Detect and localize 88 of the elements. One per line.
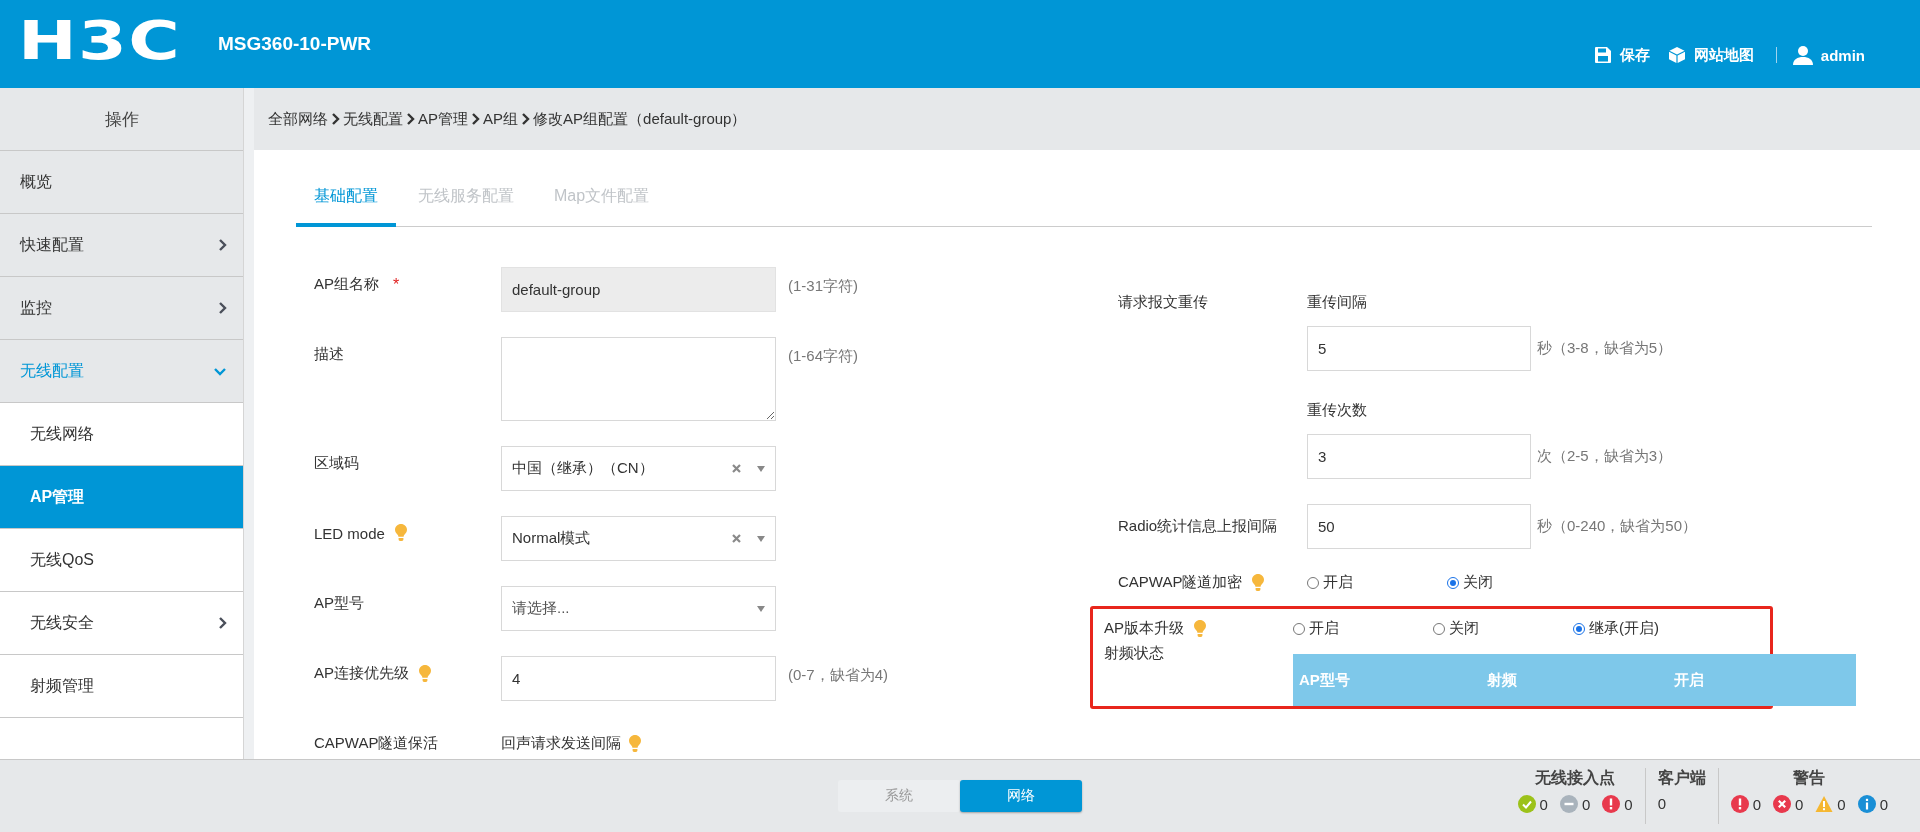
exclamation-circle-icon <box>1602 795 1621 813</box>
stat-title: 警告 <box>1793 768 1826 788</box>
hint-text: 秒（0-240，缺省为50） <box>1536 517 1698 536</box>
breadcrumb-link[interactable]: AP组 <box>483 109 519 129</box>
field-label: 射频状态 <box>1104 644 1164 663</box>
field-label: AP组名称 <box>314 275 379 294</box>
field-label: 描述 <box>314 345 344 364</box>
select-field[interactable]: 中国（继承）（CN） <box>501 446 776 491</box>
required-mark: * <box>393 275 400 294</box>
radio-option[interactable]: 开启 <box>1307 573 1447 592</box>
scrollbar[interactable] <box>243 88 254 759</box>
field-label: CAPWAP隧道保活 <box>314 734 439 753</box>
hint-text: (0-7，缺省为4) <box>787 665 888 685</box>
select-field[interactable]: 请选择... <box>501 586 776 631</box>
radio-option[interactable]: 关闭 <box>1447 573 1587 592</box>
stat-count: 0 <box>1794 795 1804 813</box>
number-field[interactable]: 50 <box>1307 504 1531 549</box>
radio-option[interactable]: 继承(开启) <box>1573 619 1713 638</box>
info-circle-icon <box>1857 795 1876 813</box>
number-field[interactable]: 5 <box>1307 326 1531 371</box>
sub-label: 回声请求发送间隔 <box>501 734 621 753</box>
radio-button[interactable] <box>1447 576 1459 589</box>
radio-option[interactable]: 开启 <box>1293 619 1433 638</box>
field-label: 请求报文重传 <box>1118 293 1208 312</box>
column-header: AP型号 <box>1298 670 1351 690</box>
breadcrumb-link[interactable]: 无线配置 <box>343 109 403 129</box>
stat-count: 0 <box>1837 795 1846 813</box>
chevron-right-icon <box>406 112 415 126</box>
stat-count: 0 <box>1752 795 1761 813</box>
column-header: 开启 <box>1673 670 1706 690</box>
field-label: LED mode <box>314 524 385 542</box>
warning-triangle-icon <box>1815 795 1834 813</box>
minus-circle-icon <box>1559 795 1578 813</box>
sub-label: 重传间隔 <box>1307 293 1368 312</box>
chevron-right-icon <box>218 616 227 630</box>
field-label: 区域码 <box>314 454 359 473</box>
clear-icon[interactable] <box>732 464 741 473</box>
device-model: MSG360-10-PWR <box>218 33 372 55</box>
clear-icon[interactable] <box>732 534 741 543</box>
chevron-down-icon <box>213 366 227 376</box>
sub-label: 重传次数 <box>1307 401 1368 420</box>
stat-title: 无线接入点 <box>1535 768 1616 788</box>
select-field[interactable]: Normal模式 <box>501 516 776 561</box>
chevron-right-icon <box>331 112 340 126</box>
description-field[interactable] <box>501 337 776 421</box>
hint-text: 秒（3-8，缺省为5） <box>1536 339 1673 358</box>
text-field[interactable]: 4 <box>501 656 776 701</box>
user-icon <box>1792 45 1813 65</box>
stat-count: 0 <box>1581 795 1591 813</box>
hint-text: 次（2-5，缺省为3） <box>1536 447 1673 466</box>
cube-icon <box>1667 46 1686 64</box>
sidebar-item[interactable]: 快速配置 <box>0 214 243 277</box>
radio-option[interactable]: 关闭 <box>1433 619 1573 638</box>
field-label: Radio统计信息上报间隔 <box>1118 517 1278 536</box>
stat-title: 客户端 <box>1657 768 1706 788</box>
radio-button[interactable] <box>1307 576 1319 589</box>
text-field[interactable]: default-group <box>501 267 776 312</box>
stat-count: 0 <box>1624 795 1633 813</box>
sidebar-item[interactable]: 概览 <box>0 151 243 214</box>
chevron-right-icon <box>471 112 480 126</box>
field-label: AP型号 <box>314 594 364 613</box>
chevron-right-icon <box>218 238 227 252</box>
check-circle-icon <box>1517 795 1536 813</box>
breadcrumb-link[interactable]: 全部网络 <box>268 109 328 129</box>
hint-text: (1-31字符) <box>787 276 858 296</box>
x-circle-icon <box>1772 795 1791 813</box>
sidebar-title: 操作 <box>0 88 243 151</box>
field-label: CAPWAP隧道加密 <box>1118 573 1243 592</box>
stat-count: 0 <box>1539 795 1548 813</box>
sidebar-item[interactable]: 监控 <box>0 277 243 340</box>
column-header: 射频 <box>1485 670 1518 690</box>
dropdown-arrow-icon <box>757 605 765 612</box>
hint-text: (1-64字符) <box>787 346 858 366</box>
field-label: AP连接优先级 <box>314 664 409 683</box>
chevron-right-icon <box>218 301 227 315</box>
radio-button[interactable] <box>1433 622 1445 635</box>
stat-count: 0 <box>1657 795 1666 812</box>
radio-button[interactable] <box>1293 622 1305 635</box>
stat-count: 0 <box>1879 795 1888 813</box>
field-label: AP版本升级 <box>1104 619 1184 638</box>
number-field[interactable]: 3 <box>1307 434 1531 479</box>
breadcrumb-link[interactable]: 修改AP组配置（default-group） <box>533 109 747 129</box>
dropdown-arrow-icon <box>757 465 765 472</box>
chevron-right-icon <box>521 112 531 126</box>
breadcrumb-link[interactable]: AP管理 <box>418 109 468 129</box>
radio-button[interactable] <box>1573 622 1585 635</box>
dropdown-arrow-icon <box>757 535 765 542</box>
exclamation-circle-icon <box>1730 795 1749 813</box>
